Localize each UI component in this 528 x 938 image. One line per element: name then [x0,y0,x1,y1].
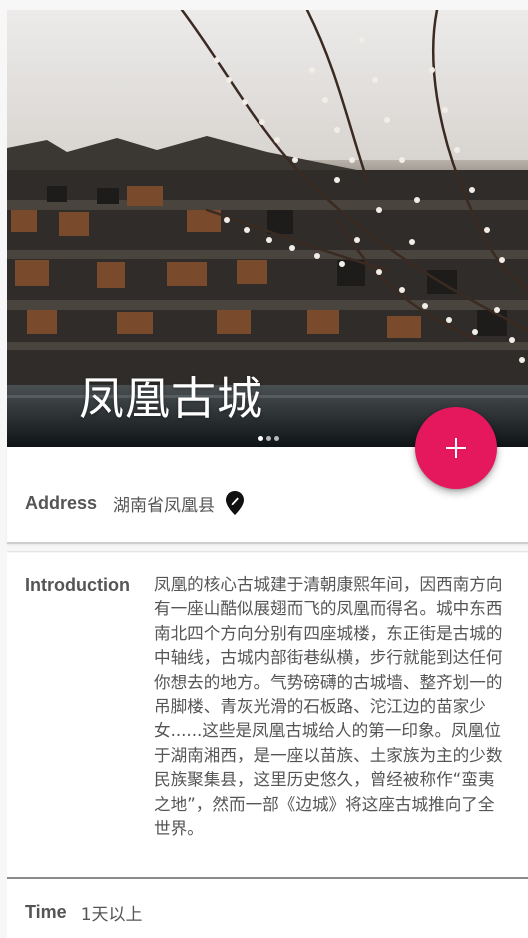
hero-title: 凤凰古城 [79,372,264,425]
divider [7,551,528,552]
hero-image-carousel[interactable]: 凤凰古城 [7,10,528,447]
add-fab-button[interactable] [415,407,497,489]
carousel-dot[interactable] [258,436,263,441]
carousel-indicator [258,436,279,441]
address-row: Address 湖南省凤凰县 [25,490,245,516]
introduction-label: Introduction [25,575,130,595]
time-row: Time 1天以上 [25,900,143,925]
time-value: 1天以上 [80,905,143,925]
introduction-card: Introduction 凤凰的核心古城建于清朝康熙年间，因西南方向有一座山酷似… [7,553,528,879]
carousel-dot[interactable] [266,436,271,441]
scenic-detail-screen: 凤凰古城 Address 湖南省凤凰县 Introduction 凤凰的核心古城… [0,0,528,938]
time-card: Time 1天以上 [7,879,528,938]
time-label: Time [25,902,67,922]
plus-icon [446,438,466,458]
carousel-dot[interactable] [274,436,279,441]
address-value: 湖南省凤凰县 [113,495,216,516]
introduction-text: 凤凰的核心古城建于清朝康熙年间，因西南方向有一座山酷似展翅而飞的凤凰而得名。城中… [154,575,503,839]
address-label: Address [25,492,98,513]
map-pin-icon[interactable] [225,490,245,516]
